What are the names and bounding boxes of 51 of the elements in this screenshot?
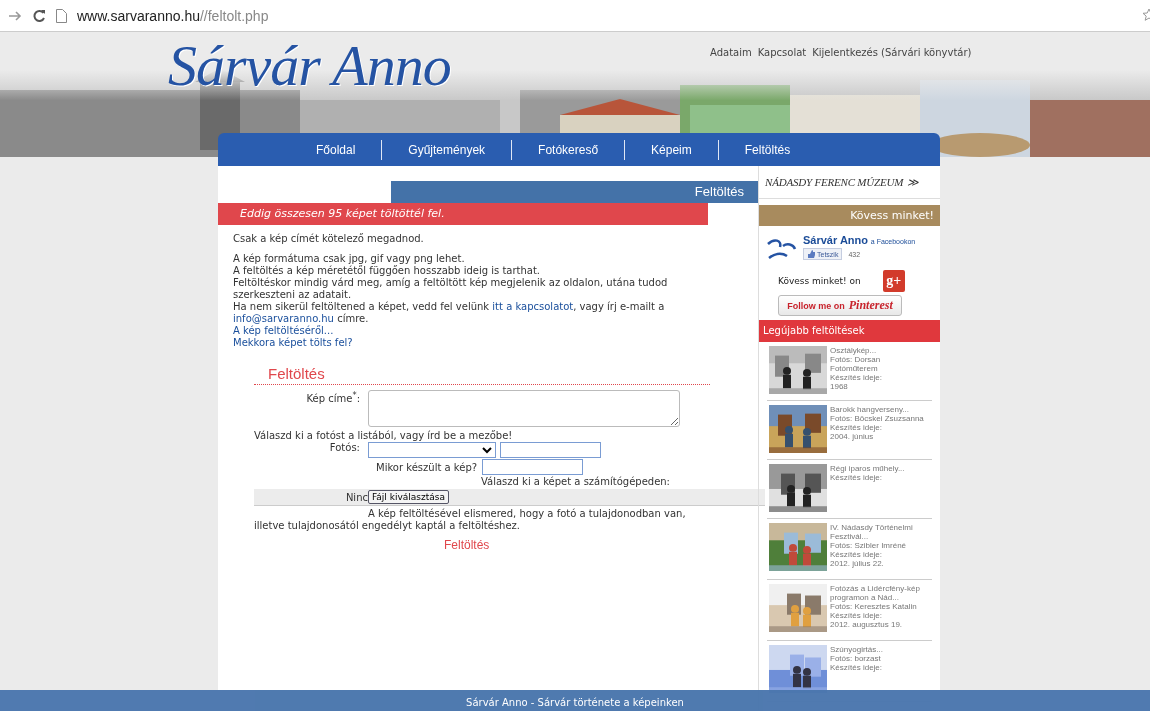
pinterest-button[interactable]: Follow me on Pinterest — [778, 295, 902, 316]
upload-caption[interactable]: IV. Nádasdy Történelmi Fesztivál... Fotós: Szibler Imréné Készítés ideje: 2012. július 22. — [830, 523, 929, 568]
nav-link[interactable]: Gyűjtemények — [381, 139, 512, 160]
required-note: Csak a kép címét kötelező megadnod. — [233, 233, 425, 245]
photographer-dropdown[interactable] — [368, 442, 496, 458]
field-label: Mikor készült a kép? — [376, 461, 478, 473]
file-hint: Válaszd ki a képet a számítógépeden: — [481, 476, 671, 487]
upload-caption[interactable]: Barokk hangverseny... Fotós: Böcskei Zsuzsanna Készítés ideje: 2004. június — [830, 405, 929, 441]
photographer-input[interactable] — [500, 442, 601, 458]
site-logo[interactable]: Sárvár Anno — [168, 32, 451, 99]
inline-link[interactable]: info@sarvaranno.hu — [233, 313, 334, 324]
help-link[interactable]: A kép feltöltéséről... — [233, 325, 334, 336]
date-input[interactable] — [482, 459, 584, 475]
upload-caption[interactable]: Fotózás a Lidércfény-kép programon a Nád... Fotós: Keresztes Katalin Készítés ideje: 2012. augusztus 19. — [830, 584, 929, 629]
nav-link[interactable]: Képeim — [624, 139, 718, 160]
help-link[interactable]: Mekkora képet tölts fel? — [233, 337, 353, 348]
latest-uploads-header: Legújabb feltöltések — [759, 320, 940, 342]
title-textarea[interactable] — [368, 390, 680, 427]
thumbs-up-icon — [807, 250, 815, 258]
field-label: Kép címe$^{*}$: — [305, 390, 360, 405]
upload-caption[interactable]: Szúnyogirtás... Fotós: borzast Készítés ideje: — [830, 645, 929, 672]
file-status: Ninc — [344, 491, 368, 503]
follow-header: Kövess minket! — [759, 205, 940, 226]
header-link[interactable]: Kapcsolat — [757, 47, 807, 58]
page-icon — [56, 8, 67, 23]
footer-bar: Sárvár Anno - Sárvár története a képeinken — [0, 690, 1150, 711]
address-bar-url[interactable]: www.sarvaranno.hu//feltolt.php — [77, 7, 269, 24]
header-link[interactable]: Adataim — [710, 47, 752, 58]
field-label: Fotós: — [328, 442, 360, 453]
photographer-hint: Válaszd ki a fotóst a listából, vagy írd be a mezőbe! — [254, 430, 514, 441]
follow-text: Kövess minket! on — [778, 276, 861, 286]
page-title-bar: Feltöltés — [391, 181, 758, 203]
submit-button[interactable]: Feltöltés — [444, 538, 490, 552]
forward-icon[interactable] — [8, 10, 22, 21]
nav-link[interactable]: Feltöltés — [717, 139, 817, 160]
reload-icon[interactable] — [32, 8, 46, 23]
upload-caption[interactable]: Régi iparos műhely... Készítés ideje: — [830, 464, 929, 482]
upload-caption[interactable]: Osztálykép... Fotós: Dorsan Fotóműterem Készítés ideje: 1968 — [830, 346, 929, 391]
info-text: Feltöltéskor mindig várd meg, amíg a feltöltött kép megjelenik az oldalon, utána tudod szerkeszteni az adatait. — [233, 277, 669, 301]
header-link[interactable]: Kijelentkezés (Sárvári könyvtár) — [812, 47, 972, 58]
info-text: A kép formátuma csak jpg, gif vagy png lehet. — [233, 253, 466, 265]
nav-link[interactable]: Főoldal — [298, 139, 382, 160]
nav-link[interactable]: Fotókereső — [511, 139, 625, 160]
consent-text: A kép feltöltésével elismered, hogy a fotó a tulajdonodban van, illetve tulajdonosától engedélyt kaptál a feltöltéshez. — [254, 508, 687, 532]
upload-count-notice: Eddig összesen 95 képet töltöttél fel. — [218, 203, 708, 225]
info-text: Ha nem sikerül feltöltened a képet, vedd fel velünk itt a kapcsolatot, vagy írj e-mailt a info@sarvaranno.hu címre. — [233, 301, 666, 325]
choose-file-button[interactable]: Fájl kiválasztása — [368, 490, 449, 504]
info-text: A feltöltés a kép méretétől függően hosszabb ideig is tarthat. — [233, 265, 542, 277]
google-plus-button[interactable]: g+ — [882, 270, 905, 292]
museum-banner[interactable]: NÁDASDY FERENC MÚZEUM ≫ — [759, 166, 940, 199]
form-title: Feltöltés — [254, 365, 710, 385]
